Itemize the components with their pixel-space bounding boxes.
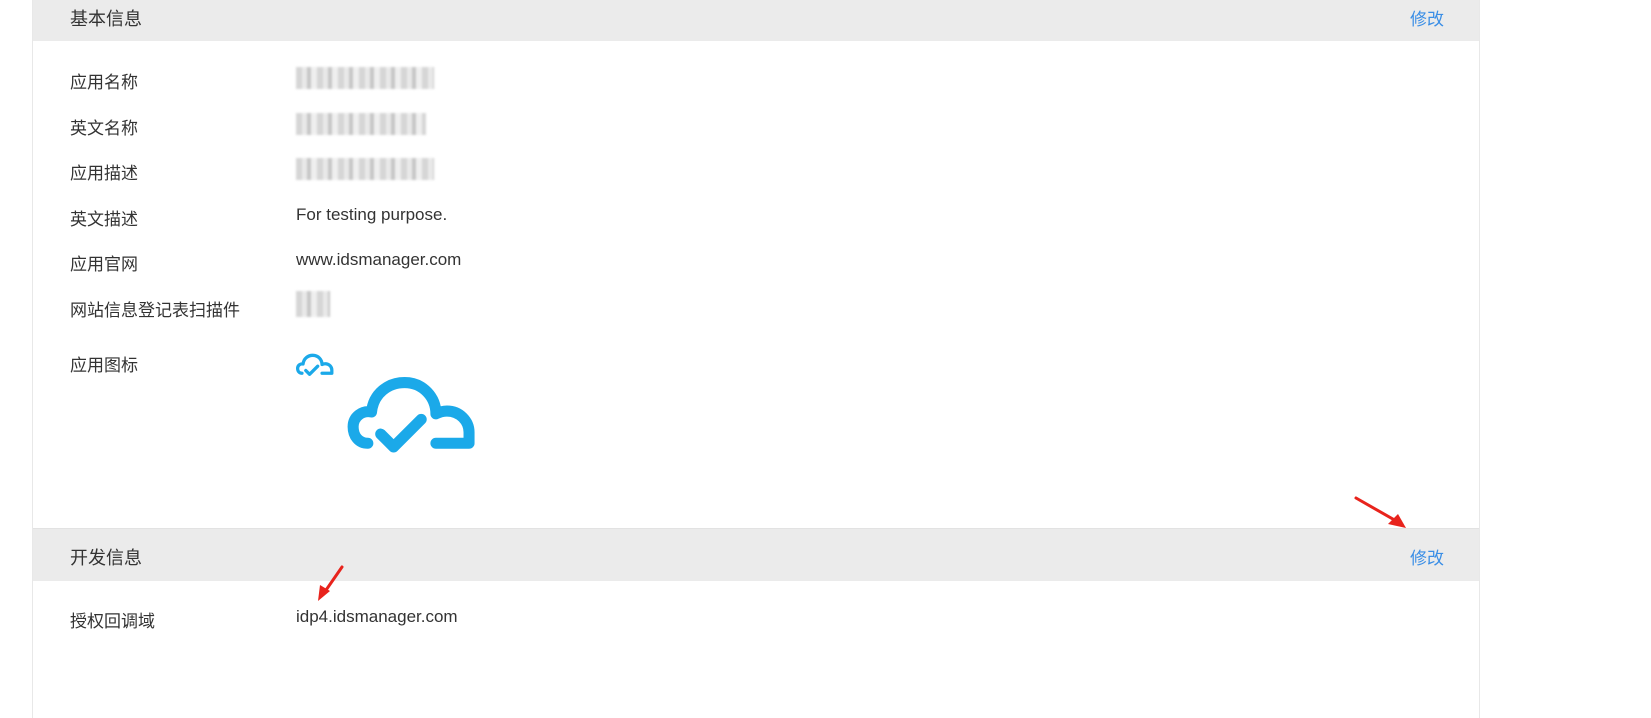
website-value: www.idsmanager.com <box>296 250 462 269</box>
app-icon-label: 应用图标 <box>70 356 138 375</box>
app-description-value-redacted <box>296 158 434 180</box>
dev-info-title: 开发信息 <box>70 548 142 568</box>
app-name-label: 应用名称 <box>70 73 138 92</box>
row-website: 应用官网 www.idsmanager.com <box>33 245 1479 275</box>
row-registration-scan: 网站信息登记表扫描件 <box>33 291 1479 321</box>
app-info-panel: 基本信息 修改 应用名称 英文名称 应用描述 英文描述 For testing … <box>32 0 1480 718</box>
annotation-arrow-icon <box>318 565 344 601</box>
english-description-value: For testing purpose. <box>296 205 448 224</box>
basic-info-title: 基本信息 <box>70 9 142 29</box>
app-cloud-logo-icon <box>296 353 334 376</box>
annotation-arrow-icon <box>1354 496 1406 528</box>
row-app-name: 应用名称 <box>33 63 1479 93</box>
basic-info-header: 基本信息 修改 <box>33 0 1479 41</box>
row-callback-domain: 授权回调域 idp4.idsmanager.com <box>33 602 1479 632</box>
row-app-description: 应用描述 <box>33 154 1479 184</box>
callback-domain-label: 授权回调域 <box>70 612 155 631</box>
app-description-label: 应用描述 <box>70 164 138 183</box>
registration-scan-thumbnail[interactable] <box>296 291 330 317</box>
dev-info-header: 开发信息 修改 <box>33 528 1479 581</box>
dev-info-edit-button[interactable]: 修改 <box>1410 544 1444 569</box>
app-name-value-redacted <box>296 67 434 89</box>
english-description-label: 英文描述 <box>70 210 138 229</box>
english-name-label: 英文名称 <box>70 119 138 138</box>
row-english-name: 英文名称 <box>33 109 1479 139</box>
callback-domain-value: idp4.idsmanager.com <box>296 607 458 626</box>
website-label: 应用官网 <box>70 255 138 274</box>
registration-scan-label: 网站信息登记表扫描件 <box>70 301 240 320</box>
app-cloud-logo-icon-preview <box>347 377 475 453</box>
english-name-value-redacted <box>296 113 426 135</box>
row-english-description: 英文描述 For testing purpose. <box>33 200 1479 230</box>
row-app-icon: 应用图标 <box>33 346 1479 376</box>
basic-info-edit-button[interactable]: 修改 <box>1410 5 1444 30</box>
